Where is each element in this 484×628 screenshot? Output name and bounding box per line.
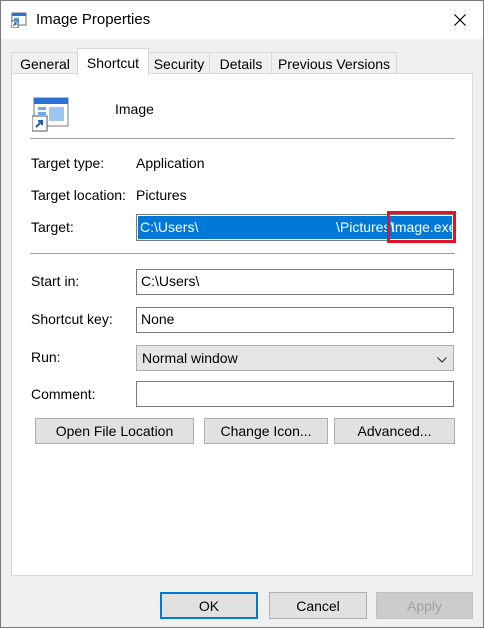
run-select[interactable]: Normal window [136,345,454,371]
tab-strip: General Shortcut Security Details Previo… [11,48,473,76]
target-type-value: Application [136,155,205,171]
tab-previous-versions[interactable]: Previous Versions [271,52,397,75]
shortcut-panel: Image Target type: Application Target lo… [11,73,473,576]
advanced-button[interactable]: Advanced... [334,418,455,444]
run-label: Run: [31,349,61,365]
separator [30,253,455,254]
highlight-box [387,211,456,243]
shortcut-key-input[interactable]: None [136,307,454,333]
close-button[interactable] [437,1,483,39]
target-location-value: Pictures [136,187,187,203]
shortcut-key-label: Shortcut key: [31,311,113,327]
open-file-location-button[interactable]: Open File Location [35,418,194,444]
run-select-value: Normal window [142,350,238,366]
target-location-label: Target location: [31,187,126,203]
ok-button[interactable]: OK [160,592,258,619]
target-type-label: Target type: [31,155,105,171]
close-icon [454,14,466,26]
start-in-input[interactable]: C:\Users\ [136,269,454,295]
application-shortcut-icon [31,96,70,132]
comment-input[interactable] [136,381,454,407]
shortcut-name: Image [115,101,154,117]
properties-window: Image Properties General Shortcut Securi… [0,0,484,628]
title-bar: Image Properties [1,1,483,39]
apply-button[interactable]: Apply [376,592,473,619]
tab-security[interactable]: Security [147,52,211,75]
shortcut-window-icon [10,12,27,29]
cancel-button[interactable]: Cancel [269,592,367,619]
target-path-part: C:\Users\ [140,219,199,235]
window-title: Image Properties [36,11,151,28]
start-in-label: Start in: [31,273,80,289]
tab-shortcut[interactable]: Shortcut [77,48,149,76]
change-icon-button[interactable]: Change Icon... [204,418,328,444]
comment-label: Comment: [31,386,96,402]
chevron-down-icon [437,352,447,363]
separator [30,138,455,139]
target-path-part: \Pictures\ [336,219,395,235]
tab-general[interactable]: General [11,52,79,75]
tab-details[interactable]: Details [209,52,273,75]
target-label: Target: [31,219,74,235]
